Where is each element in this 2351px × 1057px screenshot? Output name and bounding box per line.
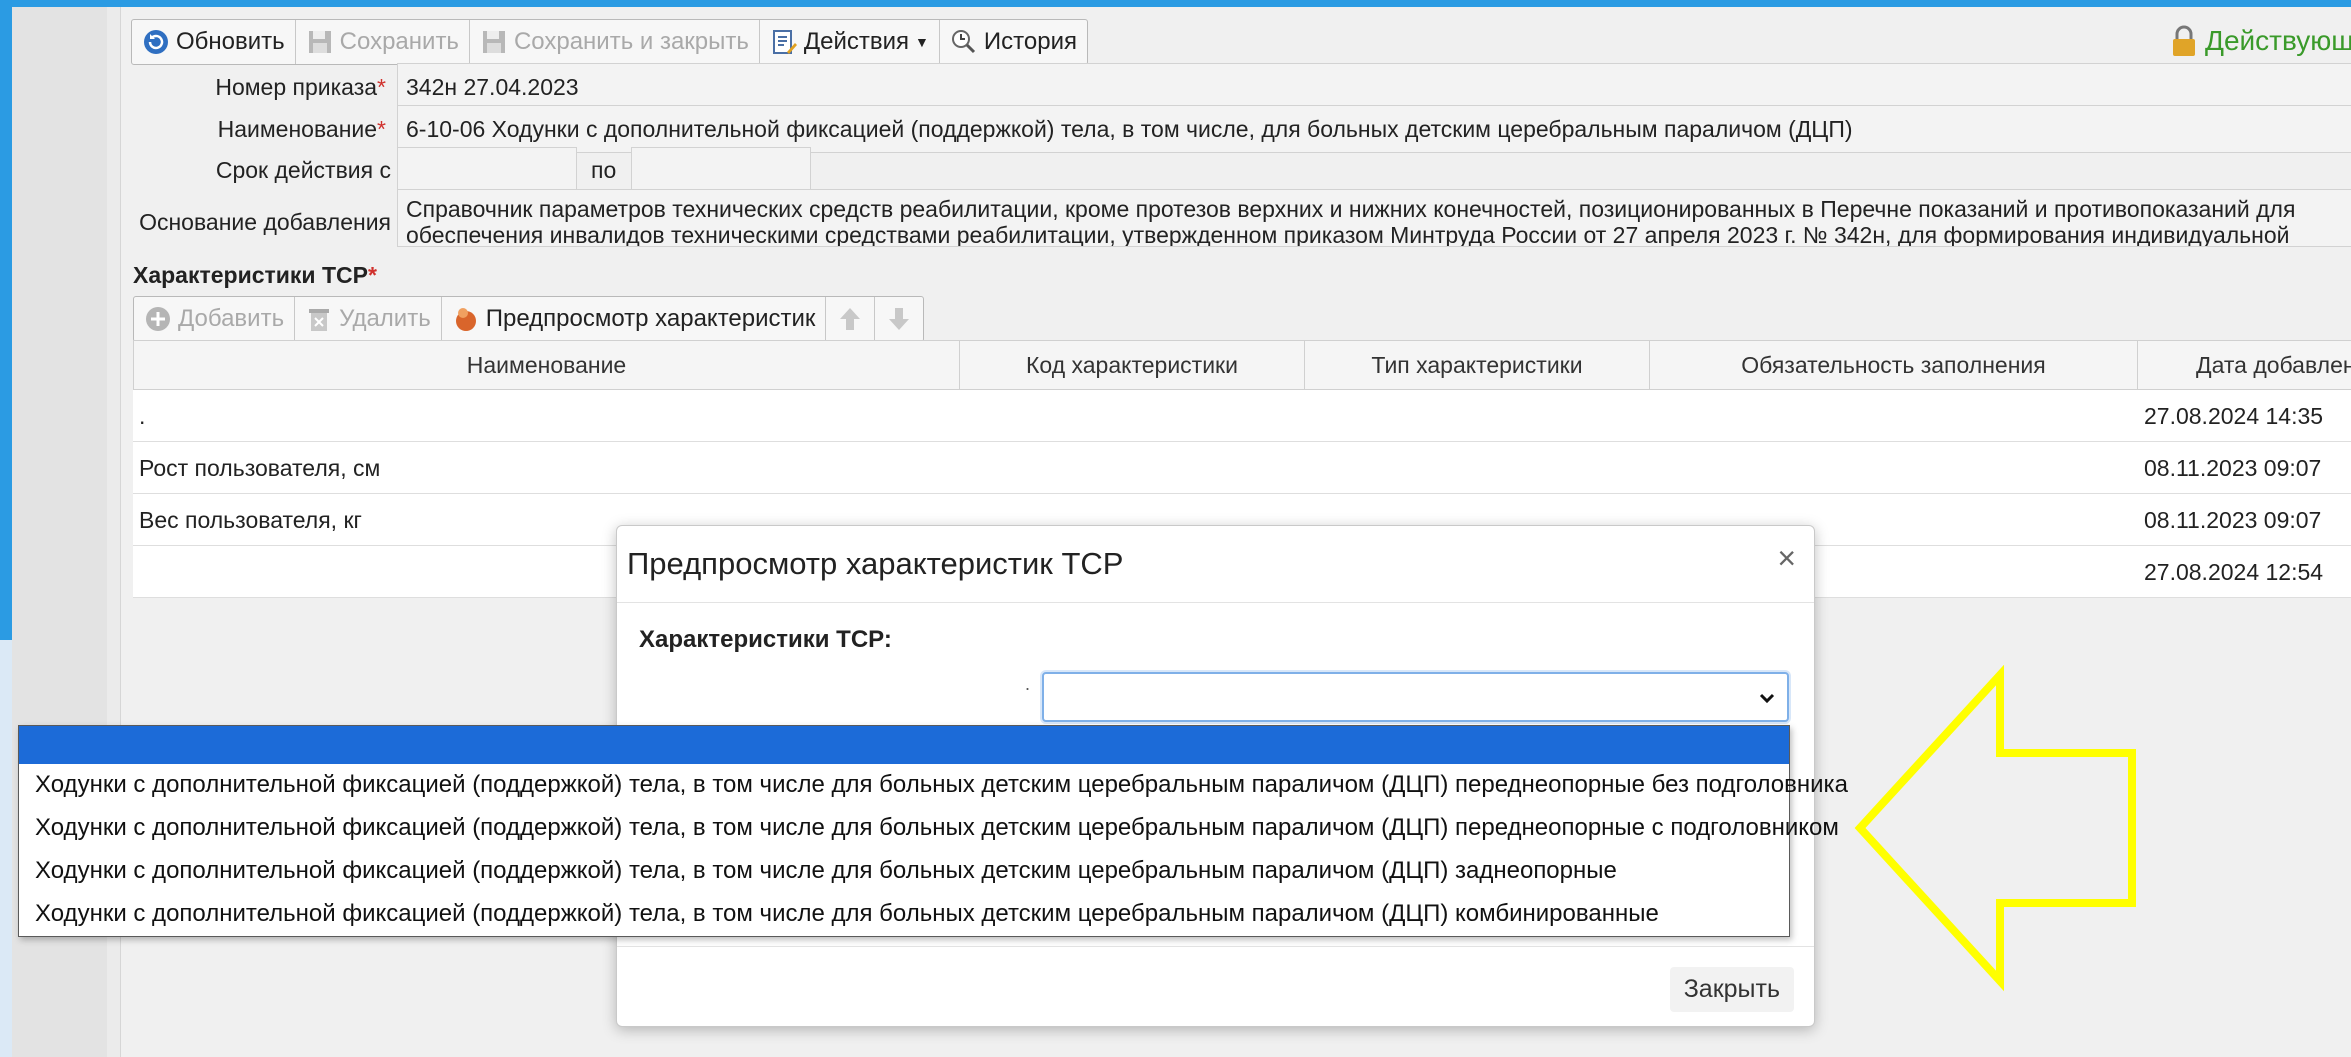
row-name: Рост пользователя, см — [139, 454, 381, 481]
main-toolbar: Обновить Сохранить Сохранить и закрыть Д… — [131, 19, 1088, 65]
dropdown-option[interactable]: Ходунки с дополнительной фиксацией (подд… — [35, 857, 1617, 885]
preview-label: Предпросмотр характеристик — [485, 305, 816, 332]
basis-label: Основание добавления — [121, 209, 391, 236]
row-date: 27.08.2024 14:35 — [2144, 402, 2324, 429]
characteristics-title: Характеристики ТСР* — [133, 262, 377, 289]
basis-field[interactable]: Справочник параметров технических средст… — [397, 189, 2351, 247]
delete-label: Удалить — [339, 305, 431, 332]
close-icon[interactable]: × — [1777, 540, 1796, 577]
order-number-field[interactable]: 342н 27.04.2023 — [397, 63, 2351, 111]
preview-characteristics-button[interactable]: Предпросмотр характеристик — [442, 297, 827, 341]
dropdown-option[interactable]: Ходунки с дополнительной фиксацией (подд… — [35, 814, 1839, 842]
status-text: Действующа — [2205, 25, 2351, 56]
column-type[interactable]: Тип характеристики — [1305, 340, 1650, 390]
close-button[interactable]: Закрыть — [1669, 967, 1794, 1012]
annotation-arrow-icon — [1854, 665, 2136, 992]
save-and-close-button[interactable]: Сохранить и закрыть — [470, 20, 760, 64]
dialog-header: Предпросмотр характеристик ТСР × — [617, 526, 1814, 603]
column-name[interactable]: Наименование — [133, 340, 960, 390]
document-edit-icon — [772, 30, 797, 54]
characteristic-select[interactable] — [1042, 672, 1789, 722]
validity-to-label-text: по — [591, 157, 617, 183]
validity-to-label: по — [591, 157, 616, 184]
column-required-label: Обязательность заполнения — [1741, 351, 2046, 378]
delete-icon — [309, 309, 330, 331]
order-number-value: 342н 27.04.2023 — [406, 73, 579, 100]
dialog-footer: Закрыть — [617, 946, 1814, 1025]
dropdown-option-empty-selected[interactable] — [19, 726, 1789, 764]
required-mark: * — [377, 116, 386, 142]
preview-icon — [455, 308, 476, 331]
table-row[interactable]: Рост пользователя, см 08.11.2023 09:07 — [133, 442, 2351, 494]
add-button[interactable]: Добавить — [134, 297, 296, 341]
required-mark: * — [367, 262, 377, 288]
move-up-button[interactable] — [826, 297, 876, 341]
delete-button[interactable]: Удалить — [295, 297, 442, 341]
table-row[interactable]: . 27.08.2024 14:35 — [133, 390, 2351, 442]
name-label: Наименование* — [121, 116, 386, 143]
dialog-title: Предпросмотр характеристик ТСР — [627, 546, 1124, 581]
order-number-label: Номер приказа* — [121, 74, 386, 101]
column-date-label: Дата добавлен — [2196, 351, 2351, 378]
save-label: Сохранить — [339, 28, 459, 55]
column-date[interactable]: Дата добавлен — [2138, 340, 2351, 390]
characteristics-title-text: Характеристики ТСР — [133, 262, 368, 288]
status-badge: Действующа — [2171, 25, 2351, 57]
required-mark: * — [377, 74, 386, 100]
row-date: 27.08.2024 12:54 — [2144, 558, 2324, 585]
floppy-disk-icon — [308, 31, 331, 53]
arrow-up-icon — [840, 308, 861, 330]
column-name-label: Наименование — [466, 351, 627, 378]
lock-icon — [2173, 25, 2195, 56]
basis-label-text: Основание добавления — [139, 209, 391, 235]
history-label: История — [983, 28, 1077, 55]
validity-to-field[interactable] — [631, 147, 811, 195]
characteristic-label: . — [1025, 674, 1031, 694]
history-icon — [951, 30, 975, 54]
actions-menu-button[interactable]: Действия ▼ — [760, 20, 940, 64]
save-button[interactable]: Сохранить — [296, 20, 470, 64]
arrow-down-icon — [889, 308, 910, 330]
column-required[interactable]: Обязательность заполнения — [1650, 340, 2138, 390]
column-code-label: Код характеристики — [1026, 351, 1238, 378]
basis-value: Справочник параметров технических средст… — [406, 196, 2296, 247]
column-code[interactable]: Код характеристики — [960, 340, 1305, 390]
history-button[interactable]: История — [940, 20, 1087, 64]
name-field[interactable]: 6-10-06 Ходунки с дополнительной фиксаци… — [397, 105, 2351, 153]
dialog-section-title: Характеристики ТСР: — [639, 626, 892, 653]
refresh-icon — [144, 30, 168, 54]
column-type-label: Тип характеристики — [1371, 351, 1583, 378]
validity-period-label: Срок действия с — [121, 157, 391, 184]
floppy-disk-icon — [482, 31, 505, 53]
characteristics-table-header: Наименование Код характеристики Тип хара… — [133, 340, 2351, 390]
save-and-close-label: Сохранить и закрыть — [513, 28, 749, 55]
move-down-button[interactable] — [875, 297, 923, 341]
name-value: 6-10-06 Ходунки с дополнительной фиксаци… — [406, 115, 1853, 142]
order-number-label-text: Номер приказа — [215, 74, 378, 100]
name-label-text: Наименование — [217, 116, 378, 142]
row-date: 08.11.2023 09:07 — [2144, 454, 2322, 481]
characteristics-toolbar: Добавить Удалить Предпросмотр характерис… — [133, 296, 925, 342]
chevron-down-icon: ▼ — [915, 34, 929, 50]
actions-label: Действия — [803, 28, 910, 55]
dropdown-option[interactable]: Ходунки с дополнительной фиксацией (подд… — [35, 771, 1848, 799]
add-label: Добавить — [178, 305, 285, 332]
refresh-label: Обновить — [176, 28, 285, 55]
refresh-button[interactable]: Обновить — [132, 20, 296, 64]
dropdown-option[interactable]: Ходунки с дополнительной фиксацией (подд… — [35, 900, 1659, 928]
characteristic-dropdown-list: Ходунки с дополнительной фиксацией (подд… — [18, 725, 1848, 937]
row-date: 08.11.2023 09:07 — [2144, 506, 2322, 533]
validity-from-field[interactable] — [397, 147, 577, 195]
plus-icon — [146, 307, 170, 331]
row-name: . — [139, 402, 146, 429]
validity-period-label-text: Срок действия с — [215, 157, 391, 183]
chevron-down-icon — [1759, 693, 1775, 704]
backdrop-lower — [0, 640, 12, 1057]
